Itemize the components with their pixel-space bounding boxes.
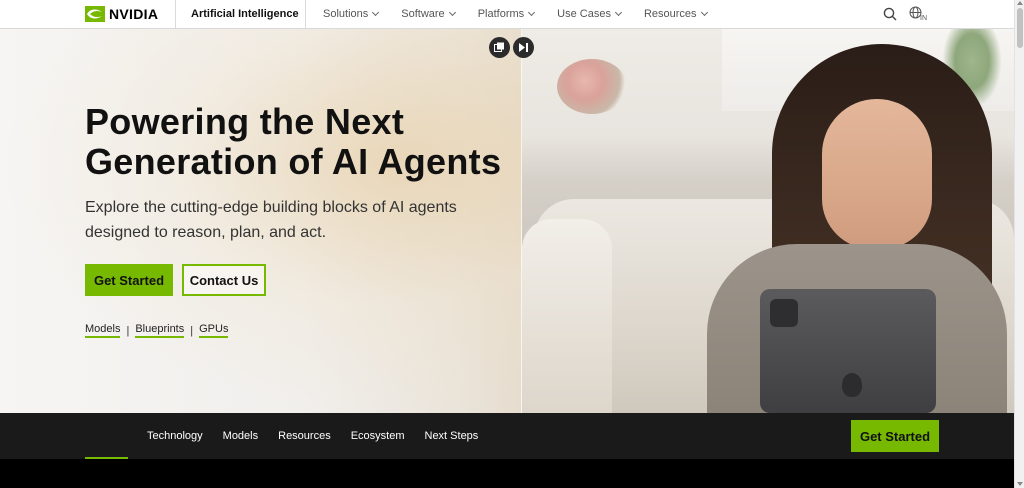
chevron-down-icon <box>372 8 380 17</box>
menu-label: Software <box>401 8 445 20</box>
top-navigation: NVIDIA Artificial Intelligence Solutions… <box>0 0 1014 29</box>
region-label: IN <box>920 15 927 22</box>
link-models[interactable]: Models <box>85 323 121 338</box>
hero-title: Powering the Next Generation of AI Agent… <box>85 101 502 182</box>
nav-divider <box>305 0 306 29</box>
menu-software[interactable]: Software <box>401 8 456 20</box>
scroll-down-arrow-icon[interactable] <box>1017 482 1023 486</box>
link-blueprints[interactable]: Blueprints <box>135 323 185 338</box>
nav-divider <box>175 0 176 29</box>
section-navigation: Technology Models Resources Ecosystem Ne… <box>0 413 1014 459</box>
chevron-down-icon <box>528 8 536 17</box>
chevron-down-icon <box>700 8 708 17</box>
chevron-down-icon <box>448 8 456 17</box>
contact-us-button[interactable]: Contact Us <box>182 264 266 296</box>
picture-in-picture-button[interactable] <box>489 37 510 58</box>
scroll-up-arrow-icon[interactable] <box>1017 1 1023 5</box>
skip-icon <box>518 43 528 52</box>
person-face <box>822 99 932 249</box>
page-content-area <box>0 459 1014 488</box>
tablet <box>760 289 936 413</box>
menu-solutions[interactable]: Solutions <box>323 8 380 20</box>
subnav-next-steps[interactable]: Next Steps <box>425 430 479 442</box>
menu-label: Use Cases <box>557 8 611 20</box>
hero-subtitle: Explore the cutting-edge building blocks… <box>85 199 457 241</box>
hero-image <box>522 29 1014 413</box>
nvidia-logo[interactable]: NVIDIA <box>85 6 158 22</box>
chevron-down-icon <box>614 8 622 17</box>
scrollbar-thumb[interactable] <box>1017 8 1023 48</box>
link-gpus[interactable]: GPUs <box>199 323 229 338</box>
subnav-resources[interactable]: Resources <box>278 430 331 442</box>
menu-platforms[interactable]: Platforms <box>477 8 536 20</box>
subnav-models[interactable]: Models <box>223 430 258 442</box>
get-started-button[interactable]: Get Started <box>85 264 173 296</box>
subnav-ecosystem[interactable]: Ecosystem <box>351 430 405 442</box>
menu-resources[interactable]: Resources <box>643 8 708 20</box>
section-links: Technology Models Resources Ecosystem Ne… <box>147 430 498 442</box>
menu-label: Resources <box>643 8 697 20</box>
quick-links: Models | Blueprints | GPUs <box>85 323 229 338</box>
tablet-camera <box>770 299 798 327</box>
region-selector[interactable]: IN <box>909 6 927 22</box>
subnav-get-started-button[interactable]: Get Started <box>851 420 939 452</box>
main-menu: Solutions Software Platforms Use Cases R… <box>323 8 730 20</box>
apple-logo-icon <box>842 373 862 397</box>
nvidia-eye-icon <box>85 6 105 22</box>
hero-section: Powering the Next Generation of AI Agent… <box>0 29 1014 413</box>
skip-button[interactable] <box>513 37 534 58</box>
brand-name: NVIDIA <box>109 6 159 22</box>
menu-label: Solutions <box>323 8 369 20</box>
sofa-arm <box>522 219 612 413</box>
picture-in-picture-icon <box>494 42 504 52</box>
section-title[interactable]: Artificial Intelligence <box>191 8 299 20</box>
image-seam <box>521 29 522 413</box>
search-icon[interactable] <box>883 7 897 21</box>
menu-use-cases[interactable]: Use Cases <box>557 8 622 20</box>
link-separator: | <box>190 324 194 337</box>
vertical-scrollbar[interactable] <box>1014 0 1024 488</box>
subnav-technology[interactable]: Technology <box>147 430 203 442</box>
link-separator: | <box>126 324 130 337</box>
flowers <box>557 59 627 114</box>
menu-label: Platforms <box>477 8 525 20</box>
